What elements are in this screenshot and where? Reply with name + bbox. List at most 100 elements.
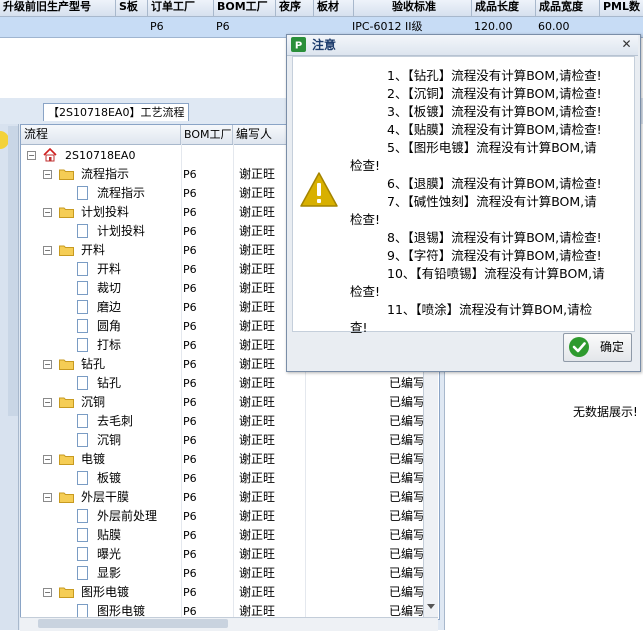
ok-button[interactable]: 确定 [563, 333, 632, 362]
dialog-message-line: 检查! [350, 212, 381, 227]
tree-cell-status: 已编写 [389, 433, 426, 447]
tab-process-flow[interactable]: 【2S10718EA0】工艺流程 [43, 103, 190, 121]
tree-cell-writer: 谢正旺 [239, 452, 276, 466]
grid-col-header[interactable]: BOM工厂 [214, 0, 276, 16]
tree-step-row[interactable]: 沉铜 P6 谢正旺 已编写 [21, 431, 439, 450]
tree-cell-bom: P6 [183, 301, 197, 314]
grid-col-header[interactable]: 验收标准 [354, 0, 472, 16]
tree-cell-writer: 谢正旺 [239, 433, 276, 447]
grid-col-header[interactable]: PML数 [600, 0, 643, 16]
document-icon [77, 300, 88, 314]
tree-col-bom[interactable]: BOM工厂 [181, 125, 233, 144]
dialog-message-line: 3、【板镀】流程没有计算BOM,请检查! [387, 104, 602, 119]
collapse-icon[interactable]: − [43, 170, 52, 179]
folder-icon [59, 454, 74, 465]
tree-col-process[interactable]: 流程 [21, 125, 181, 144]
folder-icon [59, 359, 74, 370]
dialog-message-line: 6、【退膜】流程没有计算BOM,请检查! [387, 176, 602, 191]
tree-group-row[interactable]: − 电镀 P6 谢正旺 已编写 [21, 450, 439, 469]
collapse-icon[interactable]: − [43, 208, 52, 217]
collapse-icon[interactable]: − [27, 151, 36, 160]
collapse-icon[interactable]: − [43, 360, 52, 369]
tree-cell-bom: P6 [183, 548, 197, 561]
tree-node-label: 贴膜 [97, 528, 122, 542]
tree-cell-bom: P6 [183, 187, 197, 200]
tree-cell-status: 已编写 [389, 585, 426, 599]
grid-header: 升级前旧生产型号 S板 订单工厂 BOM工厂 夜序 板材 验收标准 成品长度 成… [0, 0, 643, 17]
collapse-icon[interactable]: − [43, 493, 52, 502]
tree-cell-writer: 谢正旺 [239, 528, 276, 542]
tree-cell-writer: 谢正旺 [239, 186, 276, 200]
grid-cell: P6 [150, 20, 164, 33]
grid-col-header[interactable]: 板材 [314, 0, 354, 16]
document-icon [77, 509, 88, 523]
ok-button-label: 确定 [600, 340, 625, 354]
tree-node-label: 圆角 [97, 319, 122, 333]
tree-cell-writer: 谢正旺 [239, 300, 276, 314]
left-scrollbar[interactable] [8, 126, 18, 416]
document-icon [77, 319, 88, 333]
dialog-message-line: 5、【图形电镀】流程没有计算BOM,请 [387, 140, 597, 155]
document-icon [77, 604, 88, 618]
dialog-message-line: 10、【有铅喷锡】流程没有计算BOM,请 [387, 266, 605, 281]
tree-node-label: 裁切 [97, 281, 122, 295]
app-logo-icon: P [291, 37, 306, 52]
dialog-message-line: 8、【退锡】流程没有计算BOM,请检查! [387, 230, 602, 245]
collapse-icon[interactable]: − [43, 588, 52, 597]
grid-col-header[interactable]: 成品长度 [472, 0, 536, 16]
tree-cell-bom: P6 [183, 358, 197, 371]
tree-step-row[interactable]: 显影 P6 谢正旺 已编写 [21, 564, 439, 583]
tree-group-row[interactable]: − 外层干膜 P6 谢正旺 已编写 [21, 488, 439, 507]
folder-icon [59, 169, 74, 180]
grid-col-header[interactable]: 升级前旧生产型号 [0, 0, 116, 16]
grid-col-header[interactable]: 订单工厂 [148, 0, 214, 16]
tree-step-row[interactable]: 曝光 P6 谢正旺 已编写 [21, 545, 439, 564]
collapse-icon[interactable]: − [43, 246, 52, 255]
tree-step-row[interactable]: 去毛刺 P6 谢正旺 已编写 [21, 412, 439, 431]
dialog-title-bar[interactable]: P 注意 ✕ [287, 35, 638, 56]
tree-node-label: 计划投料 [97, 224, 146, 238]
tree-cell-bom: P6 [183, 396, 197, 409]
grid-col-header[interactable]: S板 [116, 0, 148, 16]
collapse-icon[interactable]: − [43, 455, 52, 464]
tree-node-label: 钻孔 [81, 357, 106, 371]
close-icon[interactable]: ✕ [620, 38, 633, 51]
tree-step-row[interactable]: 钻孔 P6 谢正旺 已编写 [21, 374, 439, 393]
document-icon [77, 338, 88, 352]
tree-node-label: 电镀 [81, 452, 106, 466]
tree-node-label: 开料 [97, 262, 122, 276]
document-icon [77, 471, 88, 485]
tree-cell-status: 已编写 [389, 528, 426, 542]
tree-cell-writer: 谢正旺 [239, 509, 276, 523]
grid-col-header[interactable]: 成品宽度 [536, 0, 600, 16]
tree-cell-bom: P6 [183, 244, 197, 257]
scroll-down-icon[interactable] [427, 604, 435, 609]
tree-cell-writer: 谢正旺 [239, 490, 276, 504]
tree-node-label: 沉铜 [81, 395, 106, 409]
tree-step-row[interactable]: 外层前处理 P6 谢正旺 已编写 [21, 507, 439, 526]
tree-cell-writer: 谢正旺 [239, 224, 276, 238]
collapse-icon[interactable]: − [43, 398, 52, 407]
dialog-message-line: 查! [350, 320, 368, 335]
dialog-message-line: 1、【钻孔】流程没有计算BOM,请检查! [387, 68, 602, 83]
grid-col-header[interactable]: 夜序 [276, 0, 314, 16]
tree-cell-bom: P6 [183, 282, 197, 295]
document-icon [77, 528, 88, 542]
tree-cell-status: 已编写 [389, 395, 426, 409]
tree-cell-writer: 谢正旺 [239, 471, 276, 485]
tree-node-label: 钻孔 [97, 376, 122, 390]
tree-step-row[interactable]: 贴膜 P6 谢正旺 已编写 [21, 526, 439, 545]
warning-icon [300, 172, 338, 207]
document-icon [77, 433, 88, 447]
tree-cell-writer: 谢正旺 [239, 376, 276, 390]
tree-horizontal-thumb[interactable] [38, 619, 228, 628]
tree-cell-status: 已编写 [389, 414, 426, 428]
grid-cell: P6 [216, 20, 230, 33]
tree-group-row[interactable]: − 图形电镀 P6 谢正旺 已编写 [21, 583, 439, 602]
document-icon [77, 547, 88, 561]
tree-cell-writer: 谢正旺 [239, 395, 276, 409]
tree-cell-status: 已编写 [389, 471, 426, 485]
tree-step-row[interactable]: 板镀 P6 谢正旺 已编写 [21, 469, 439, 488]
tree-group-row[interactable]: − 沉铜 P6 谢正旺 已编写 [21, 393, 439, 412]
tree-cell-bom: P6 [183, 339, 197, 352]
